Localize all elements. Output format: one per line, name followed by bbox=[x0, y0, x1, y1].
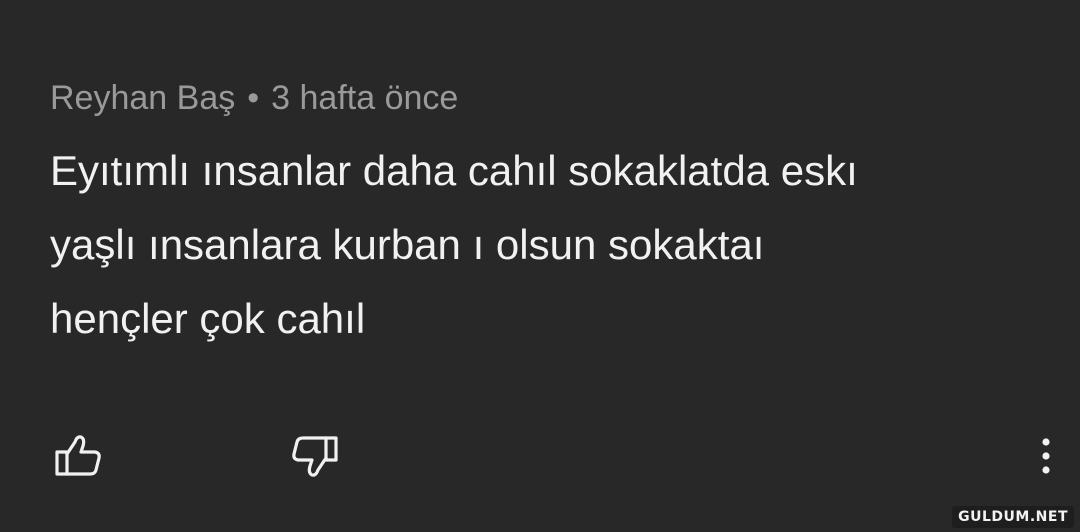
more-vertical-icon bbox=[1042, 438, 1050, 474]
comment-line: yaşlı ınsanlara kurban ı olsun sokaktaı bbox=[50, 221, 765, 268]
more-options-button[interactable] bbox=[1016, 426, 1076, 486]
comment-meta: Reyhan Baş • 3 hafta önce bbox=[50, 70, 1050, 126]
comment-timestamp[interactable]: 3 hafta önce bbox=[271, 79, 458, 117]
watermark-logo: GULDUM.NET bbox=[952, 506, 1074, 528]
thumbs-down-icon bbox=[292, 436, 338, 477]
dislike-button[interactable] bbox=[285, 426, 345, 486]
comment-text: Eyıtımlı ınsanlar daha cahıl sokaklatda … bbox=[50, 134, 1050, 356]
comment: Reyhan Baş • 3 hafta önce Eyıtımlı ınsanla… bbox=[50, 70, 1050, 356]
thumbs-up-icon bbox=[55, 435, 101, 476]
comment-line: hençler çok cahıl bbox=[50, 295, 366, 342]
like-button[interactable] bbox=[48, 426, 108, 486]
comment-line: Eyıtımlı ınsanlar daha cahıl sokaklatda … bbox=[50, 147, 858, 194]
author-name[interactable]: Reyhan Baş bbox=[50, 79, 235, 117]
comment-actions bbox=[0, 420, 1080, 490]
meta-separator: • bbox=[247, 79, 260, 117]
